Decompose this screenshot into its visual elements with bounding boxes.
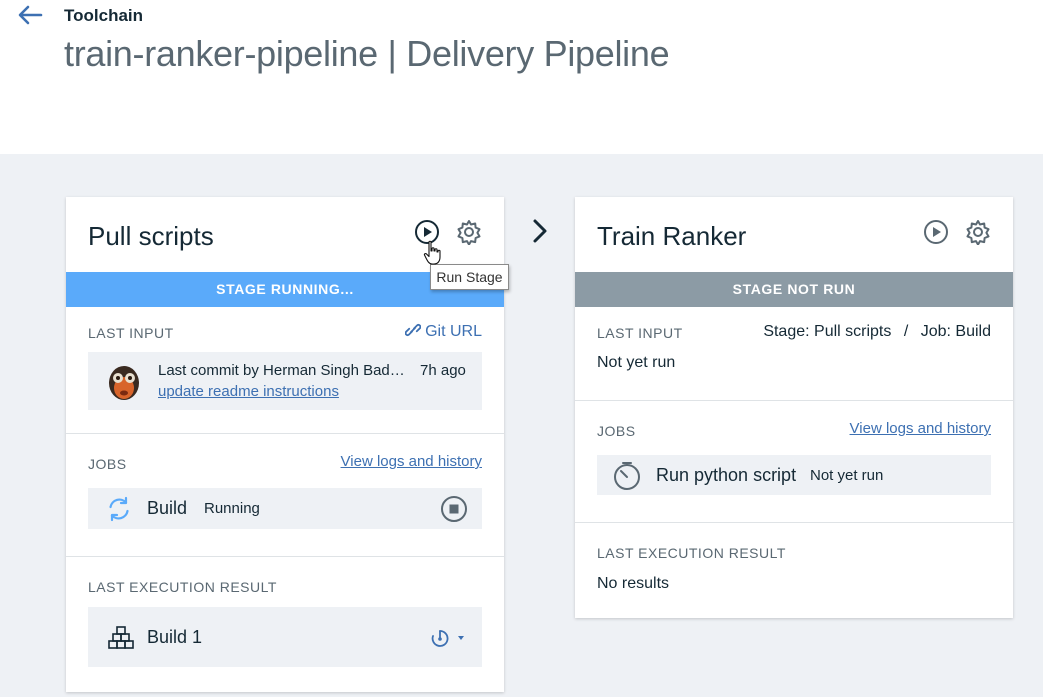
job-name: Run python script (656, 465, 797, 485)
commit-author-text: Last commit by Herman Singh Bad… (158, 362, 405, 379)
clock-icon (614, 462, 640, 490)
view-logs-link[interactable]: View logs and history (850, 420, 991, 437)
stop-job-icon[interactable] (440, 495, 468, 523)
job-row-run-python-script[interactable]: Run python script Not yet run (597, 455, 991, 495)
jobs-label: JOBS (88, 456, 127, 472)
build-result-row[interactable]: Build 1 (88, 607, 482, 667)
stage-name: Pull scripts (88, 221, 214, 251)
result-build-name: Build 1 (147, 627, 203, 647)
stage-card-train-ranker: Train Ranker STAGE NOT RUN LAST INPUT St… (575, 197, 1013, 618)
input-source: Stage: Pull scripts / Job: Build (763, 323, 991, 341)
link-icon (404, 324, 421, 336)
input-separator: / (903, 323, 909, 340)
build-blocks-icon (108, 626, 134, 649)
hand-pointer-cursor-icon (423, 240, 441, 265)
last-input-section: LAST INPUT Stage: Pull scripts / Job: Bu… (575, 307, 1013, 401)
stage-connector-chevron-icon (533, 219, 547, 243)
stage-header: Train Ranker (575, 197, 1013, 272)
deploy-dropdown-icon[interactable] (428, 627, 466, 649)
page-header: Toolchain train-ranker-pipeline | Delive… (0, 0, 1043, 154)
stage-settings-gear-icon[interactable] (456, 219, 482, 245)
job-status: Running (204, 500, 260, 517)
view-logs-link[interactable]: View logs and history (341, 453, 482, 470)
last-execution-section: LAST EXECUTION RESULT No results (575, 523, 1013, 618)
last-input-label: LAST INPUT (88, 325, 174, 341)
last-input-label: LAST INPUT (597, 325, 683, 341)
run-stage-play-icon[interactable] (923, 219, 949, 245)
stage-status-bar: STAGE NOT RUN (575, 272, 1013, 307)
jobs-section: JOBS View logs and history Build Running (66, 434, 504, 557)
input-stage: Stage: Pull scripts (763, 323, 892, 340)
input-value: Not yet run (597, 354, 676, 371)
run-stage-tooltip: Run Stage (430, 264, 509, 290)
job-status: Not yet run (810, 467, 884, 484)
last-execution-label: LAST EXECUTION RESULT (88, 579, 277, 595)
commit-message-link[interactable]: update readme instructions (158, 383, 339, 400)
jobs-section: JOBS View logs and history Run python sc… (575, 401, 1013, 523)
job-name: Build (147, 498, 188, 518)
last-execution-label: LAST EXECUTION RESULT (597, 545, 786, 561)
committer-avatar (104, 361, 144, 401)
last-commit-box: Last commit by Herman Singh Bad… 7h ago … (88, 352, 482, 410)
git-url-link[interactable]: Git URL (404, 322, 482, 341)
last-input-section: LAST INPUT Git URL Last commit by Herman… (66, 307, 504, 434)
breadcrumb-toolchain[interactable]: Toolchain (64, 6, 143, 26)
result-value: No results (597, 575, 670, 592)
input-job: Job: Build (920, 323, 991, 340)
commit-age: 7h ago (420, 362, 466, 379)
job-row-build[interactable]: Build Running (88, 488, 482, 529)
jobs-label: JOBS (597, 423, 636, 439)
stage-name: Train Ranker (597, 221, 747, 251)
stage-settings-gear-icon[interactable] (965, 219, 991, 245)
back-arrow-icon[interactable] (17, 4, 43, 26)
last-execution-section: LAST EXECUTION RESULT Build 1 (66, 557, 504, 691)
running-sync-icon (109, 496, 129, 522)
page-title: train-ranker-pipeline | Delivery Pipelin… (64, 33, 670, 74)
